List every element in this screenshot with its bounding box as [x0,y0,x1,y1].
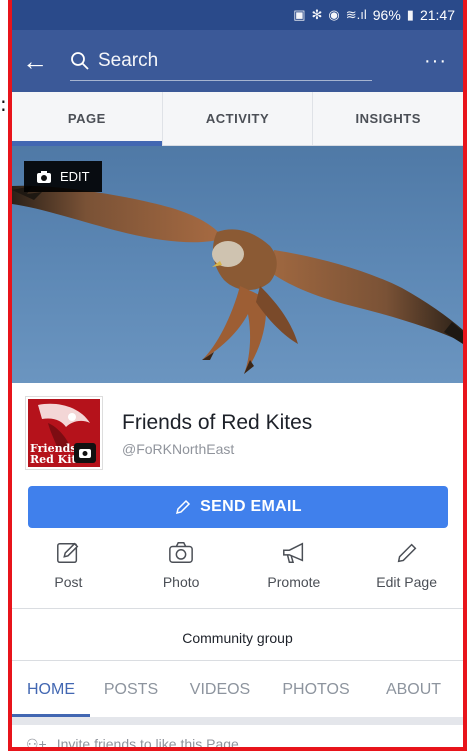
tab-page[interactable]: PAGE [12,92,163,146]
pencil-icon [397,543,417,563]
bluetooth-icon: ✻ [311,7,323,22]
section-separator [12,717,463,725]
post-icon [57,542,79,564]
page-name: Friends of Red Kites [122,411,313,434]
phone-screen: ▣ ✻ ◉ ≋.ıl 96% ▮ 21:47 ← ··· PAGE ACTIVI… [8,0,467,751]
edit-page-label: Edit Page [376,574,437,590]
clock: 21:47 [419,7,455,23]
profile-avatar[interactable]: Friends Red Kites [26,397,102,469]
page-actions: Post Photo Promote Edit Page [12,540,463,606]
edit-cover-button[interactable]: EDIT [24,161,102,192]
photo-action[interactable]: Photo [125,540,238,606]
edit-label: EDIT [60,169,90,184]
camera-icon [169,542,194,564]
search-bar: ← ··· [12,30,463,92]
search-field[interactable] [70,41,372,81]
divider [12,660,463,661]
wifi-signal-icon: ≋.ıl [345,7,367,22]
more-options-icon[interactable]: ··· [424,50,447,73]
photo-label: Photo [162,574,200,590]
profile-section: Friends Red Kites Friends of Red Kites @… [12,383,463,483]
page-handle[interactable]: @FoRKNorthEast [122,441,234,457]
post-label: Post [54,574,83,590]
status-bar: ▣ ✻ ◉ ≋.ıl 96% ▮ 21:47 [12,0,463,30]
invite-friends-row[interactable]: ⚇+ Invite friends to like this Page [26,736,239,751]
search-input[interactable] [98,49,338,72]
tab-about[interactable]: ABOUT [364,663,463,717]
post-action[interactable]: Post [12,540,125,606]
tab-videos[interactable]: VIDEOS [172,663,268,717]
camera-icon [37,170,51,183]
promote-action[interactable]: Promote [238,540,351,606]
send-email-button[interactable]: SEND EMAIL [28,486,448,528]
avatar-camera-icon[interactable] [74,443,96,463]
page-tabs: PAGE ACTIVITY INSIGHTS [12,92,463,146]
megaphone-icon [282,542,303,564]
battery-level: 96% [372,7,401,23]
alarm-icon: ◉ [328,7,340,22]
page-category: Community group [182,630,293,646]
promote-label: Promote [267,574,321,590]
tab-home[interactable]: HOME [12,663,90,717]
tab-photos[interactable]: PHOTOS [268,663,364,717]
edit-page-action[interactable]: Edit Page [350,540,463,606]
lock-icon: ▣ [293,7,306,22]
back-arrow-icon[interactable]: ← [12,46,58,77]
invite-text: Invite friends to like this Page [56,736,239,751]
add-friend-icon: ⚇+ [26,736,47,751]
search-icon [71,51,89,70]
tab-posts[interactable]: POSTS [90,663,172,717]
content-tabs: HOME POSTS VIDEOS PHOTOS ABOUT [12,663,463,717]
send-email-label: SEND EMAIL [200,498,302,515]
divider [12,608,463,609]
pencil-icon [176,499,191,515]
tab-insights[interactable]: INSIGHTS [313,92,463,145]
stray-character: : [0,92,7,116]
battery-icon: ▮ [406,7,414,22]
cover-photo[interactable]: EDIT [12,146,463,383]
tab-activity[interactable]: ACTIVITY [163,92,314,145]
